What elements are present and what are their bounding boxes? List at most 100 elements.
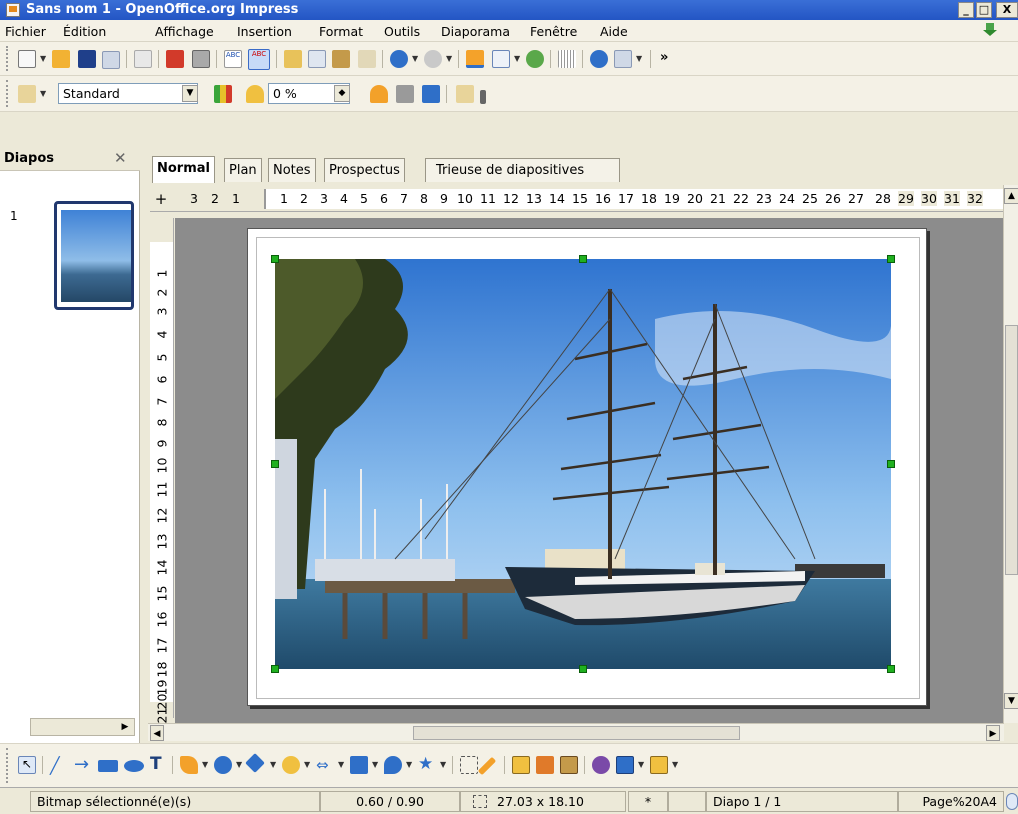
zoom-slider-icon[interactable] xyxy=(1006,793,1018,810)
copy-icon[interactable] xyxy=(308,50,326,68)
redo-icon[interactable] xyxy=(424,50,442,68)
connector-tool-icon[interactable] xyxy=(214,756,232,774)
menu-outils[interactable]: Outils xyxy=(384,24,420,39)
scroll-down-icon[interactable]: ▼ xyxy=(1004,693,1018,709)
redo-dropdown-icon[interactable]: ▼ xyxy=(446,54,452,63)
callouts-icon[interactable] xyxy=(384,756,402,774)
selection-handle-w[interactable] xyxy=(271,460,279,468)
connector-dropdown-icon[interactable]: ▼ xyxy=(236,760,242,769)
magic-wand-icon[interactable] xyxy=(18,85,36,103)
more-toolbar-chevron-icon[interactable]: » xyxy=(660,50,678,68)
zoom-icon[interactable] xyxy=(614,50,632,68)
scroll-left-icon[interactable]: ◀ xyxy=(150,725,164,741)
new-dropdown-icon[interactable]: ▼ xyxy=(40,54,46,63)
flowchart-dropdown-icon[interactable]: ▼ xyxy=(372,760,378,769)
select-arrow-icon[interactable]: ↖ xyxy=(18,756,36,774)
menu-insertion[interactable]: Insertion xyxy=(237,24,292,39)
tab-plan[interactable]: Plan xyxy=(224,158,262,182)
horizontal-scroll-thumb[interactable] xyxy=(413,726,740,740)
selection-handle-nw[interactable] xyxy=(271,255,279,263)
download-update-icon[interactable] xyxy=(982,23,998,38)
undo-dropdown-icon[interactable]: ▼ xyxy=(412,54,418,63)
menu-edition[interactable]: Édition xyxy=(63,24,106,39)
style-combo-dropdown[interactable]: ▼ xyxy=(182,85,198,102)
selection-handle-sw[interactable] xyxy=(271,665,279,673)
insert-image-icon[interactable] xyxy=(536,756,554,774)
zoom-dropdown-icon[interactable]: ▼ xyxy=(636,54,642,63)
selection-handle-ne[interactable] xyxy=(887,255,895,263)
menu-format[interactable]: Format xyxy=(319,24,363,39)
curve-dropdown-icon[interactable]: ▼ xyxy=(202,760,208,769)
fill-bucket-icon[interactable] xyxy=(396,85,414,103)
menu-affichage[interactable]: Affichage xyxy=(155,24,214,39)
selection-handle-e[interactable] xyxy=(887,460,895,468)
glue-points-icon[interactable] xyxy=(477,756,497,776)
status-signature[interactable] xyxy=(668,791,706,812)
line-tool-icon[interactable]: ╱ xyxy=(50,756,68,775)
stars-icon[interactable]: ★ xyxy=(418,754,436,774)
toolbar-grip[interactable] xyxy=(6,748,10,783)
selection-handle-s[interactable] xyxy=(579,665,587,673)
basic-shapes-icon[interactable] xyxy=(245,753,265,773)
horizontal-scrollbar[interactable]: ◀ ▶ xyxy=(148,723,1004,741)
flowchart-icon[interactable] xyxy=(350,756,368,774)
block-arrows-icon[interactable]: ⇔ xyxy=(316,756,334,774)
transparency-spin[interactable]: ◆ xyxy=(334,85,350,102)
menu-fenetre[interactable]: Fenêtre xyxy=(530,24,577,39)
rotate-icon[interactable] xyxy=(592,756,610,774)
table-dropdown-icon[interactable]: ▼ xyxy=(514,54,520,63)
menu-aide[interactable]: Aide xyxy=(600,24,628,39)
new-document-icon[interactable] xyxy=(18,50,36,68)
selection-handle-se[interactable] xyxy=(887,665,895,673)
maximize-button[interactable]: □ xyxy=(976,2,992,18)
sailing-ship-photo[interactable] xyxy=(275,259,891,669)
style-combo[interactable]: Standard xyxy=(58,83,198,104)
scroll-right-icon[interactable]: ▶ xyxy=(117,719,133,735)
toolbar-grip[interactable] xyxy=(6,46,10,71)
vertical-scroll-thumb[interactable] xyxy=(1005,325,1018,575)
shadow-icon[interactable] xyxy=(422,85,440,103)
rectangle-tool-icon[interactable] xyxy=(98,760,118,772)
callouts-dropdown-icon[interactable]: ▼ xyxy=(406,760,412,769)
clone-format-icon[interactable] xyxy=(358,50,376,68)
scroll-up-icon[interactable]: ▲ xyxy=(1004,188,1018,204)
transparency-icon[interactable] xyxy=(246,85,264,103)
basic-shapes-dropdown-icon[interactable]: ▼ xyxy=(270,760,276,769)
curve-tool-icon[interactable] xyxy=(180,756,198,774)
scroll-right-icon[interactable]: ▶ xyxy=(986,725,1000,741)
chart-icon[interactable] xyxy=(466,50,484,68)
print-icon[interactable] xyxy=(192,50,210,68)
open-folder-icon[interactable] xyxy=(52,50,70,68)
crop-icon[interactable] xyxy=(456,85,474,103)
undo-icon[interactable] xyxy=(390,50,408,68)
slides-pane-scrollbar[interactable]: ▶ xyxy=(30,718,135,736)
minimize-button[interactable]: _ xyxy=(958,2,974,18)
tab-prospectus[interactable]: Prospectus xyxy=(324,158,405,182)
edit-file-icon[interactable] xyxy=(134,50,152,68)
paste-icon[interactable] xyxy=(332,50,350,68)
slide-page[interactable] xyxy=(247,228,927,706)
selection-handle-n[interactable] xyxy=(579,255,587,263)
close-pane-icon[interactable]: ✕ xyxy=(114,149,127,167)
horizontal-ruler[interactable]: + 3 2 1 1 2 3 4 5 6 7 8 9 10 11 12 13 14… xyxy=(150,185,1018,212)
fontwork-icon[interactable] xyxy=(526,50,544,68)
line-color-icon[interactable] xyxy=(370,85,388,103)
toolbar-end-grip-icon[interactable] xyxy=(480,90,486,104)
symbol-dropdown-icon[interactable]: ▼ xyxy=(304,760,310,769)
symbol-shapes-icon[interactable] xyxy=(282,756,300,774)
alignment-icon[interactable] xyxy=(616,756,634,774)
vertical-scrollbar[interactable]: ▲ ▼ xyxy=(1003,185,1018,723)
menu-diaporama[interactable]: Diaporama xyxy=(441,24,510,39)
block-arrows-dropdown-icon[interactable]: ▼ xyxy=(338,760,344,769)
slide-canvas[interactable] xyxy=(175,218,1005,723)
wand-dropdown-icon[interactable]: ▼ xyxy=(40,89,46,98)
grid-icon[interactable] xyxy=(558,50,576,68)
arrange-icon[interactable] xyxy=(650,756,668,774)
close-button[interactable]: X xyxy=(996,2,1018,18)
alignment-dropdown-icon[interactable]: ▼ xyxy=(638,760,644,769)
export-pdf-icon[interactable] xyxy=(166,50,184,68)
table-icon[interactable] xyxy=(492,50,510,68)
fontwork-gallery-icon[interactable] xyxy=(512,756,530,774)
cut-icon[interactable] xyxy=(284,50,302,68)
text-tool-icon[interactable]: T xyxy=(150,754,168,774)
